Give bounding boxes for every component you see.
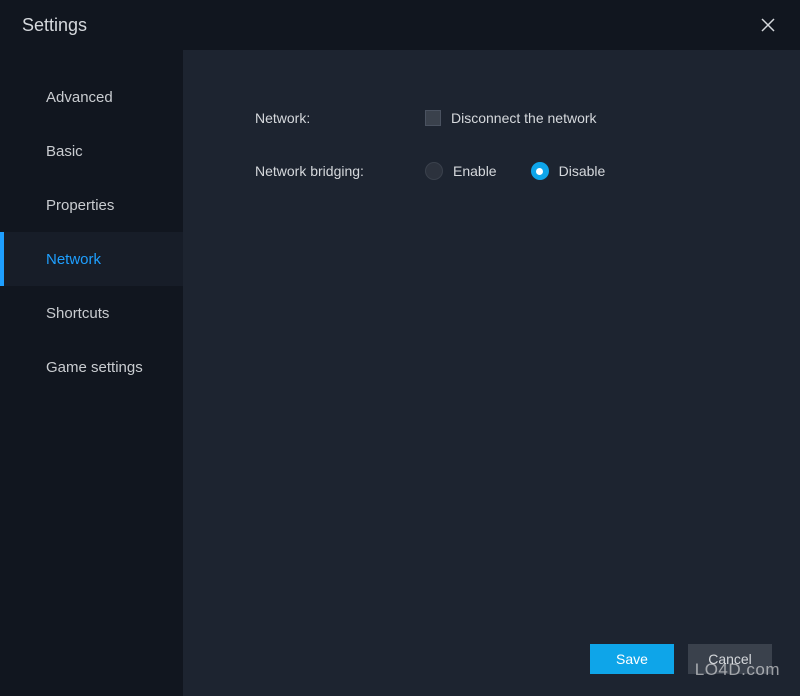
content-panel: Network: Disconnect the network Network …	[183, 50, 800, 696]
disconnect-network-checkbox-label: Disconnect the network	[451, 110, 597, 126]
sidebar-item-shortcuts[interactable]: Shortcuts	[0, 286, 183, 340]
bridging-radio-group: Enable Disable	[425, 162, 605, 180]
titlebar: Settings	[0, 0, 800, 50]
sidebar: Advanced Basic Properties Network Shortc…	[0, 50, 183, 696]
bridging-enable-radio[interactable]	[425, 162, 443, 180]
sidebar-item-label: Shortcuts	[46, 305, 109, 322]
sidebar-item-label: Network	[46, 251, 101, 268]
sidebar-item-game-settings[interactable]: Game settings	[0, 340, 183, 394]
sidebar-item-advanced[interactable]: Advanced	[0, 70, 183, 124]
sidebar-item-label: Advanced	[46, 89, 113, 106]
sidebar-item-network[interactable]: Network	[0, 232, 183, 286]
window-title: Settings	[22, 15, 87, 36]
disconnect-network-checkbox[interactable]	[425, 110, 441, 126]
save-button[interactable]: Save	[590, 644, 674, 674]
disconnect-network-checkbox-group[interactable]: Disconnect the network	[425, 110, 597, 126]
button-bar: Save Cancel	[590, 644, 772, 674]
sidebar-item-label: Game settings	[46, 359, 143, 376]
network-row: Network: Disconnect the network	[255, 110, 800, 126]
bridging-disable-label: Disable	[559, 163, 606, 179]
network-label: Network:	[255, 110, 425, 126]
bridging-label: Network bridging:	[255, 163, 425, 179]
bridging-disable-option[interactable]: Disable	[531, 162, 606, 180]
sidebar-item-label: Properties	[46, 197, 114, 214]
bridging-disable-radio[interactable]	[531, 162, 549, 180]
sidebar-item-properties[interactable]: Properties	[0, 178, 183, 232]
body-area: Advanced Basic Properties Network Shortc…	[0, 50, 800, 696]
close-button[interactable]	[754, 11, 782, 39]
save-button-label: Save	[616, 651, 648, 667]
bridging-row: Network bridging: Enable Disable	[255, 162, 800, 180]
cancel-button-label: Cancel	[708, 651, 752, 667]
sidebar-item-label: Basic	[46, 143, 83, 160]
cancel-button[interactable]: Cancel	[688, 644, 772, 674]
sidebar-item-basic[interactable]: Basic	[0, 124, 183, 178]
bridging-enable-label: Enable	[453, 163, 497, 179]
bridging-enable-option[interactable]: Enable	[425, 162, 497, 180]
close-icon	[761, 18, 775, 32]
